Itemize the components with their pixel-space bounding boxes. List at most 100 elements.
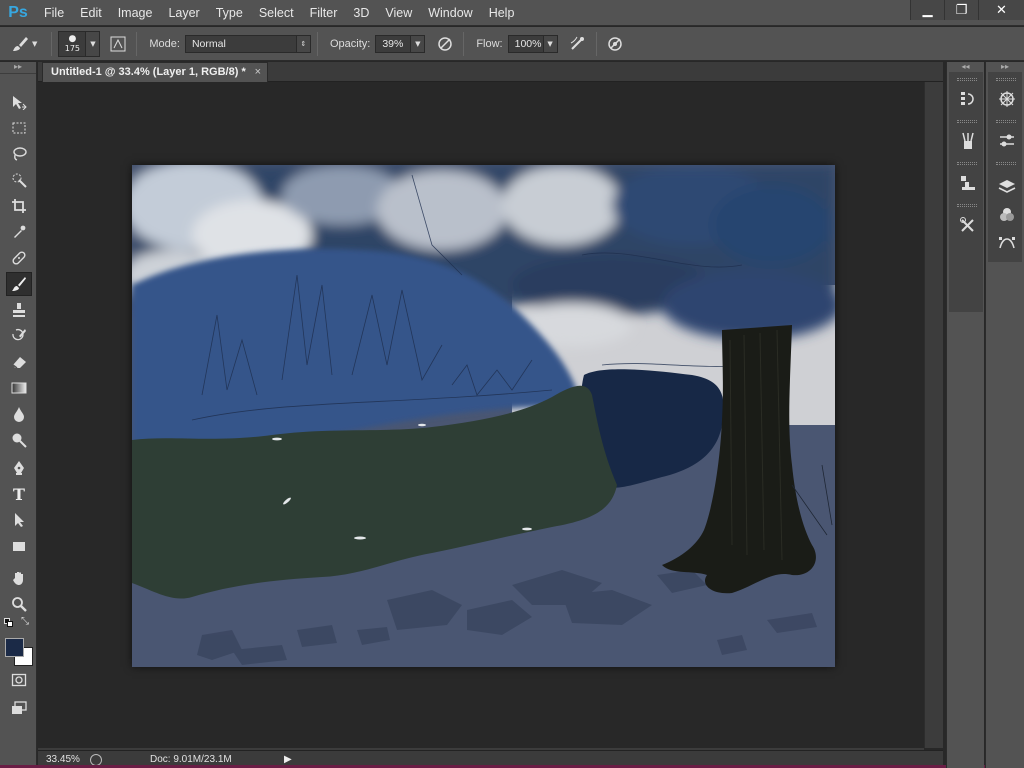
- hand-tool[interactable]: [6, 566, 32, 590]
- dock-group-grip[interactable]: [957, 204, 977, 207]
- document-tab-bar: Untitled-1 @ 33.4% (Layer 1, RGB/8) * ×: [38, 62, 943, 82]
- brush-panel-toggle[interactable]: [106, 32, 130, 56]
- options-bar: ▼ ● 175 ▼ Mode: Normal ⇕ Opacity: 39% ▼ …: [0, 27, 1024, 61]
- close-button[interactable]: ✕: [978, 0, 1024, 20]
- eyedropper-icon: [14, 225, 26, 238]
- brush-presets-panel-button[interactable]: [954, 128, 982, 154]
- quick-selection-icon: [12, 173, 27, 188]
- dodge-tool[interactable]: [6, 428, 32, 452]
- document-tab-title: Untitled-1 @ 33.4% (Layer 1, RGB/8) *: [51, 66, 246, 78]
- airbrush-button[interactable]: [566, 32, 590, 56]
- brush-size-value: 175: [64, 43, 81, 53]
- vertical-scrollbar[interactable]: [924, 82, 943, 748]
- menu-help[interactable]: Help: [481, 0, 523, 26]
- rectangle-icon: [13, 542, 25, 551]
- navigator-panel-button[interactable]: [993, 86, 1021, 112]
- eyedropper-tool[interactable]: [6, 220, 32, 244]
- clone-stamp-tool[interactable]: [6, 298, 32, 322]
- lasso-tool[interactable]: [6, 142, 32, 166]
- canvas[interactable]: [122, 160, 842, 667]
- dock-group-grip[interactable]: [996, 120, 1016, 123]
- crop-tool[interactable]: [6, 194, 32, 218]
- paths-panel-button[interactable]: [993, 230, 1021, 256]
- clone-source-icon: [961, 176, 975, 190]
- menu-view[interactable]: View: [377, 0, 420, 26]
- marquee-tool[interactable]: [6, 116, 32, 140]
- swap-colors-icon[interactable]: ⤡: [21, 616, 29, 627]
- zoom-level[interactable]: 33.45%: [38, 754, 90, 765]
- flow-dropdown[interactable]: ▼: [543, 34, 558, 53]
- menu-file[interactable]: File: [36, 0, 72, 26]
- history-brush-tool[interactable]: [6, 324, 32, 348]
- channels-icon: [1000, 208, 1014, 221]
- menu-select[interactable]: Select: [251, 0, 302, 26]
- path-selection-tool[interactable]: [6, 508, 32, 532]
- history-panel-button[interactable]: [954, 86, 982, 112]
- crop-icon: [12, 199, 26, 213]
- dock-group-grip[interactable]: [957, 120, 977, 123]
- brush-size-dropdown[interactable]: ▼: [86, 30, 101, 57]
- status-menu-arrow-icon[interactable]: ▶: [284, 754, 292, 765]
- default-colors-icon[interactable]: [4, 618, 14, 628]
- tool-presets-panel-button[interactable]: [954, 212, 982, 238]
- rectangle-tool[interactable]: [6, 534, 32, 558]
- blur-tool[interactable]: [6, 402, 32, 426]
- type-tool-glyph: T: [13, 484, 25, 504]
- quick-selection-tool[interactable]: [6, 168, 32, 192]
- menu-window[interactable]: Window: [420, 0, 480, 26]
- screen-mode-icon: [12, 701, 27, 714]
- tool-preset-picker[interactable]: [8, 32, 32, 56]
- dock-grip[interactable]: ▸▸: [986, 62, 1024, 72]
- dock-group-grip[interactable]: [996, 162, 1016, 165]
- menu-bar: Ps File Edit Image Layer Type Select Fil…: [0, 0, 1024, 26]
- airbrush-icon: [570, 36, 584, 50]
- layers-panel-button[interactable]: [993, 174, 1021, 200]
- brush-size-picker[interactable]: ● 175: [58, 30, 87, 57]
- dock-group-grip[interactable]: [957, 162, 977, 165]
- channels-panel-button[interactable]: [993, 202, 1021, 228]
- tab-close-icon[interactable]: ×: [255, 63, 261, 82]
- dock-grip[interactable]: ◂◂: [947, 62, 984, 72]
- clone-source-panel-button[interactable]: [954, 170, 982, 196]
- menu-3d[interactable]: 3D: [345, 0, 377, 26]
- gradient-tool[interactable]: [6, 376, 32, 400]
- navigator-icon: [999, 91, 1015, 107]
- mode-dropdown[interactable]: ⇕: [296, 34, 311, 53]
- menu-layer[interactable]: Layer: [160, 0, 207, 26]
- screen-mode[interactable]: [6, 696, 32, 720]
- menu-filter[interactable]: Filter: [302, 0, 346, 26]
- move-tool[interactable]: [6, 90, 32, 114]
- restore-button[interactable]: ❐: [944, 0, 978, 20]
- tool-presets-icon: [960, 217, 974, 232]
- opacity-input[interactable]: 39%: [375, 34, 412, 53]
- zoom-tool[interactable]: [6, 592, 32, 616]
- menu-edit[interactable]: Edit: [72, 0, 110, 26]
- panel-grip[interactable]: ▸▸: [0, 62, 36, 74]
- brush-tool[interactable]: [6, 272, 32, 296]
- dock-group-grip[interactable]: [996, 78, 1016, 81]
- eraser-tool[interactable]: [6, 350, 32, 374]
- type-tool[interactable]: T: [6, 482, 32, 506]
- move-icon: [13, 96, 27, 110]
- healing-brush-tool[interactable]: [6, 246, 32, 270]
- pressure-opacity-icon: [438, 36, 453, 51]
- adjustments-panel-button[interactable]: [993, 128, 1021, 154]
- proof-icon[interactable]: [90, 753, 102, 766]
- minimize-button[interactable]: ▁: [910, 0, 944, 20]
- mode-select[interactable]: Normal: [184, 34, 297, 53]
- brush-icon: [13, 36, 28, 51]
- chevron-down-icon[interactable]: ▼: [32, 40, 37, 48]
- pen-tool[interactable]: [6, 456, 32, 480]
- dock-group-grip[interactable]: [957, 78, 977, 81]
- foreground-color-swatch[interactable]: [5, 638, 24, 657]
- opacity-dropdown[interactable]: ▼: [411, 34, 426, 53]
- quick-mask-mode[interactable]: [6, 668, 32, 692]
- gradient-icon: [11, 382, 27, 394]
- quick-mask-icon: [11, 673, 27, 687]
- menu-type[interactable]: Type: [208, 0, 251, 26]
- menu-image[interactable]: Image: [110, 0, 161, 26]
- flow-input[interactable]: 100%: [507, 34, 544, 53]
- pressure-opacity-button[interactable]: [433, 32, 457, 56]
- document-tab[interactable]: Untitled-1 @ 33.4% (Layer 1, RGB/8) * ×: [42, 62, 268, 82]
- pressure-size-button[interactable]: [603, 32, 627, 56]
